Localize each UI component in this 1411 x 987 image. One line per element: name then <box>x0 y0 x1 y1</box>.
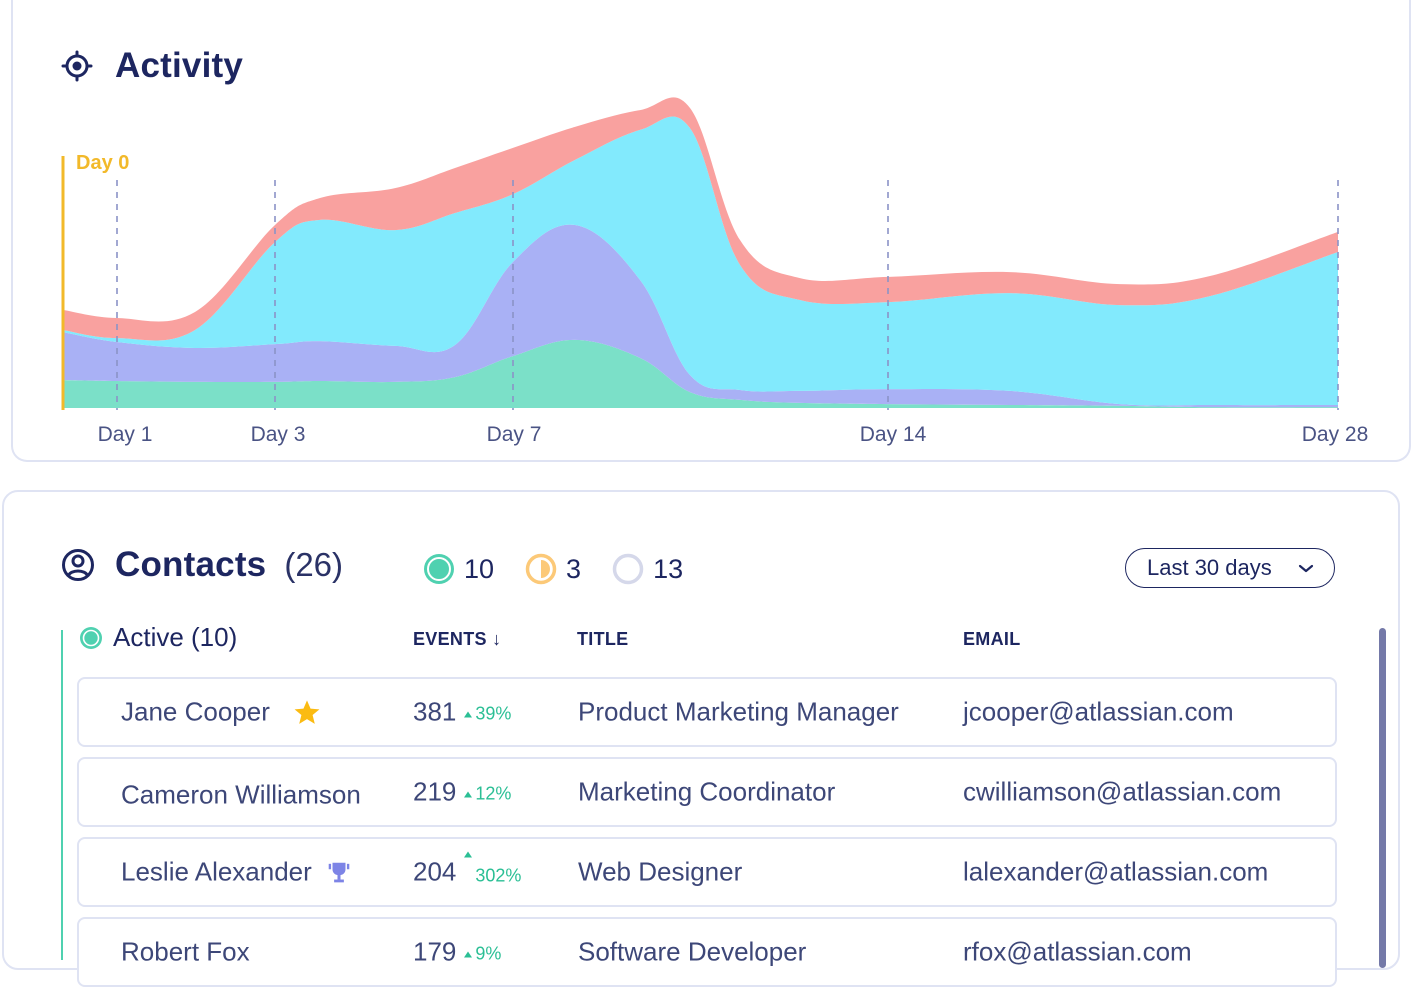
activity-chart: Day 1 Day 3 Day 7 Day 14 Day 28 Day 0 <box>61 97 1369 446</box>
trophy-icon <box>326 859 352 885</box>
contacts-scrollbar[interactable] <box>1379 628 1386 968</box>
active-status-icon <box>422 552 456 586</box>
x-tick-label: Day 14 <box>860 423 927 446</box>
contacts-header: Contacts (26) <box>61 545 343 585</box>
empty-status-icon <box>611 552 645 586</box>
trend-up-icon <box>464 711 473 717</box>
x-tick-label: Day 1 <box>98 423 153 446</box>
half-status-icon <box>524 552 558 586</box>
contact-email[interactable]: lalexander@atlassian.com <box>963 857 1268 888</box>
active-group-label: Active (10) <box>113 622 238 652</box>
contacts-title: Contacts <box>115 545 267 584</box>
contact-email[interactable]: jcooper@atlassian.com <box>963 697 1234 728</box>
partial-count: 3 <box>566 553 582 584</box>
contact-title: Product Marketing Manager <box>578 696 899 727</box>
status-filter-inactive[interactable]: 13 <box>611 552 683 586</box>
status-filters: 10 3 13 <box>422 552 713 586</box>
status-filter-partial[interactable]: 3 <box>524 552 581 586</box>
date-range-value: Last 30 days <box>1147 555 1272 580</box>
contact-name: Jane Cooper <box>121 696 270 727</box>
contact-email[interactable]: rfox@atlassian.com <box>963 937 1192 968</box>
column-header-events[interactable]: EVENTS ↓ <box>413 629 501 650</box>
column-header-email[interactable]: EMAIL <box>963 629 1021 650</box>
contact-name: Leslie Alexander <box>121 856 312 887</box>
events-count: 381 <box>413 696 457 727</box>
contact-row[interactable]: Cameron Williamson 219 12% Marketing Coo… <box>77 757 1337 827</box>
trend-up-icon <box>464 851 473 858</box>
events-count: 219 <box>413 776 457 807</box>
events-count: 179 <box>413 936 457 967</box>
contact-name: Cameron Williamson <box>121 779 361 810</box>
contact-row[interactable]: Robert Fox 179 9% Software Developer rfo… <box>77 917 1337 987</box>
events-delta: 39% <box>464 704 511 725</box>
contact-title: Software Developer <box>578 936 807 967</box>
active-count: 10 <box>464 553 495 584</box>
events-count: 204 <box>413 856 457 887</box>
events-delta: 12% <box>464 784 511 805</box>
contacts-count: (26) <box>284 546 344 583</box>
contact-row[interactable]: Jane Cooper 381 39% Product Marketing Ma… <box>77 677 1337 747</box>
active-group-indicator <box>61 630 63 960</box>
contact-title: Marketing Coordinator <box>578 776 836 807</box>
events-delta: 302% <box>464 851 522 887</box>
delta-value: 12% <box>475 783 512 804</box>
date-range-select[interactable]: Last 30 days <box>1125 548 1335 588</box>
x-tick-label: Day 3 <box>251 423 306 446</box>
chevron-down-icon <box>1296 558 1316 584</box>
active-group-header[interactable]: Active (10) <box>79 622 237 653</box>
active-dot-icon <box>79 626 103 650</box>
column-header-title[interactable]: TITLE <box>577 629 629 650</box>
star-icon <box>292 698 322 726</box>
x-tick-label: Day 7 <box>487 423 542 446</box>
contact-title: Web Designer <box>578 856 743 887</box>
contact-name: Robert Fox <box>121 936 250 967</box>
inactive-count: 13 <box>653 553 684 584</box>
delta-value: 302% <box>475 865 522 886</box>
contact-row[interactable]: Leslie Alexander 204 302% Web Designer l… <box>77 837 1337 907</box>
events-delta: 9% <box>464 944 501 965</box>
delta-value: 9% <box>475 943 502 964</box>
delta-value: 39% <box>475 703 512 724</box>
day0-marker-label: Day 0 <box>76 152 129 174</box>
x-tick-label: Day 28 <box>1302 423 1369 446</box>
status-filter-active[interactable]: 10 <box>422 552 494 586</box>
trend-up-icon <box>464 791 473 797</box>
contact-email[interactable]: cwilliamson@atlassian.com <box>963 777 1281 808</box>
user-circle-icon <box>61 548 95 582</box>
